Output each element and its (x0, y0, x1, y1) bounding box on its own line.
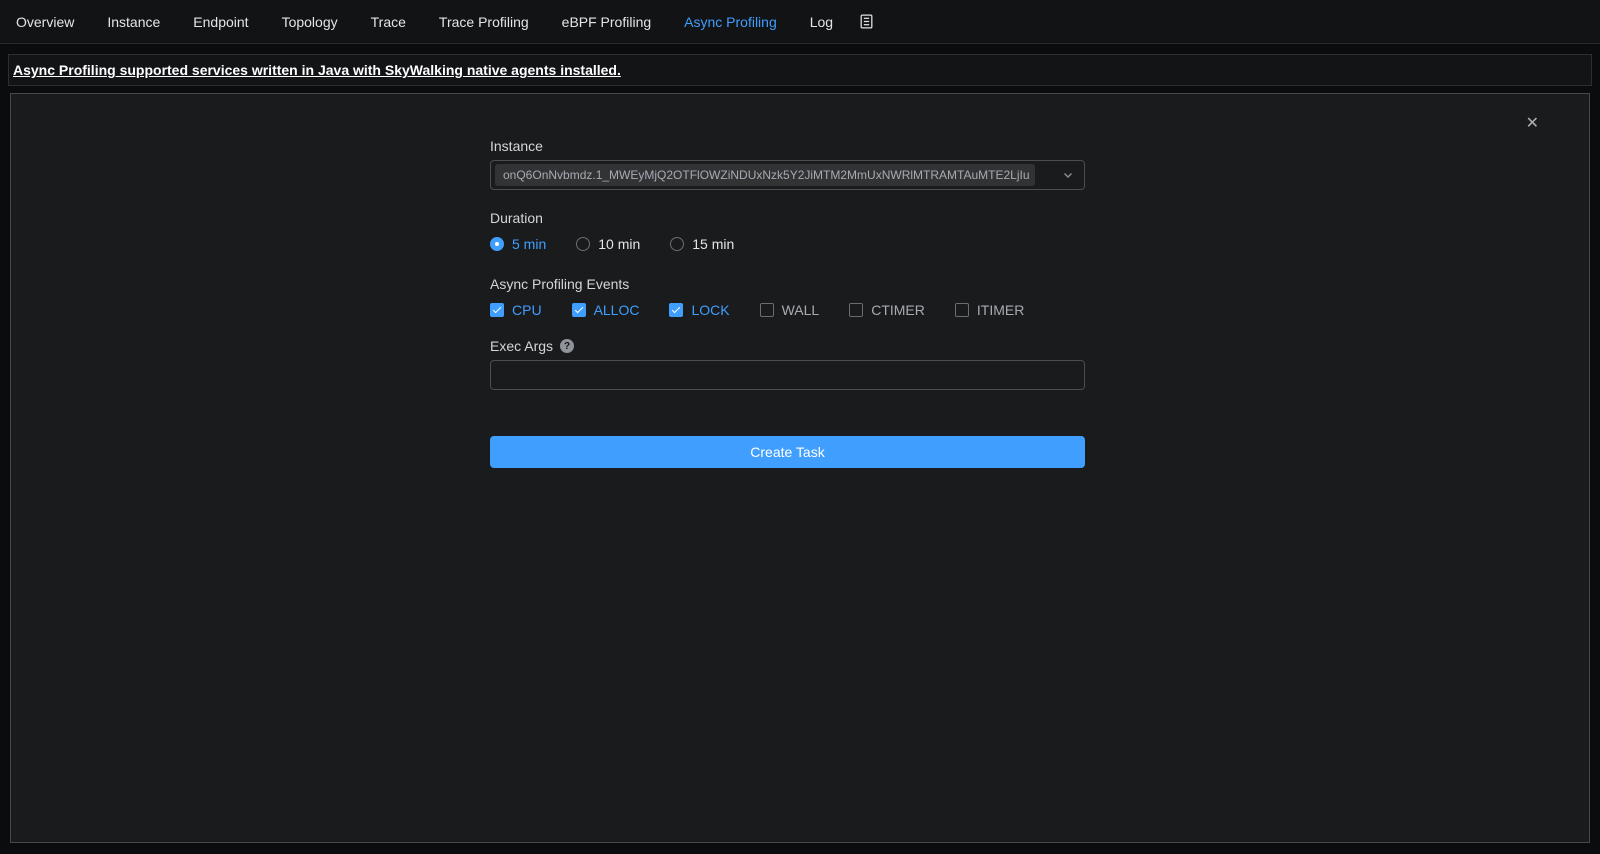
tab-endpoint[interactable]: Endpoint (193, 14, 248, 30)
radio-dot (670, 237, 684, 251)
banner-text: Async Profiling supported services writt… (13, 62, 621, 78)
checkbox-cpu[interactable]: CPU (490, 302, 542, 318)
instance-selected-value: onQ6OnNvbmdz.1_MWEyMjQ2OTFlOWZiNDUxNzk5Y… (503, 168, 1030, 182)
tab-trace[interactable]: Trace (371, 14, 406, 30)
checkbox-itimer[interactable]: ITIMER (955, 302, 1024, 318)
checkbox-box (669, 303, 683, 317)
radio-5min[interactable]: 5 min (490, 236, 546, 252)
event-options: CPU ALLOC LOCK WALL CTIMER (490, 302, 1085, 318)
top-nav: Overview Instance Endpoint Topology Trac… (0, 0, 1600, 44)
checkbox-label: LOCK (691, 302, 729, 318)
exec-args-input[interactable] (490, 360, 1085, 390)
duration-label: Duration (490, 210, 1085, 226)
checkbox-box (760, 303, 774, 317)
create-task-form: Instance onQ6OnNvbmdz.1_MWEyMjQ2OTFlOWZi… (490, 94, 1085, 468)
events-label: Async Profiling Events (490, 276, 1085, 292)
exec-args-label: Exec Args ? (490, 338, 1085, 354)
tab-instance[interactable]: Instance (107, 14, 160, 30)
checkbox-label: CTIMER (871, 302, 925, 318)
duration-options: 5 min 10 min 15 min (490, 236, 1085, 252)
checkbox-box (572, 303, 586, 317)
create-task-button[interactable]: Create Task (490, 436, 1085, 468)
tab-trace-profiling[interactable]: Trace Profiling (439, 14, 529, 30)
checkbox-label: CPU (512, 302, 542, 318)
checkbox-box (490, 303, 504, 317)
checkbox-wall[interactable]: WALL (760, 302, 820, 318)
instance-selected-tag: onQ6OnNvbmdz.1_MWEyMjQ2OTFlOWZiNDUxNzk5Y… (495, 164, 1035, 186)
tab-async-profiling[interactable]: Async Profiling (684, 14, 777, 30)
instance-select[interactable]: onQ6OnNvbmdz.1_MWEyMjQ2OTFlOWZiNDUxNzk5Y… (490, 160, 1085, 190)
instance-label: Instance (490, 138, 1085, 154)
tab-log[interactable]: Log (810, 14, 833, 30)
close-icon[interactable]: ✕ (1526, 116, 1539, 132)
radio-label: 15 min (692, 236, 734, 252)
radio-10min[interactable]: 10 min (576, 236, 640, 252)
radio-label: 10 min (598, 236, 640, 252)
checkbox-ctimer[interactable]: CTIMER (849, 302, 925, 318)
exec-args-label-text: Exec Args (490, 338, 553, 354)
chevron-down-icon[interactable] (1062, 169, 1074, 181)
checkbox-alloc[interactable]: ALLOC (572, 302, 640, 318)
checkbox-label: ITIMER (977, 302, 1024, 318)
checkbox-box (955, 303, 969, 317)
tab-ebpf-profiling[interactable]: eBPF Profiling (562, 14, 651, 30)
checkbox-label: WALL (782, 302, 820, 318)
list-document-icon[interactable] (858, 13, 875, 30)
radio-label: 5 min (512, 236, 546, 252)
info-banner: Async Profiling supported services writt… (8, 54, 1592, 86)
tab-overview[interactable]: Overview (16, 14, 74, 30)
checkbox-box (849, 303, 863, 317)
checkbox-label: ALLOC (594, 302, 640, 318)
radio-dot (576, 237, 590, 251)
radio-15min[interactable]: 15 min (670, 236, 734, 252)
tab-topology[interactable]: Topology (282, 14, 338, 30)
checkbox-lock[interactable]: LOCK (669, 302, 729, 318)
radio-dot (490, 237, 504, 251)
async-profiling-panel: ✕ Instance onQ6OnNvbmdz.1_MWEyMjQ2OTFlOW… (10, 93, 1590, 843)
help-icon[interactable]: ? (560, 339, 574, 353)
